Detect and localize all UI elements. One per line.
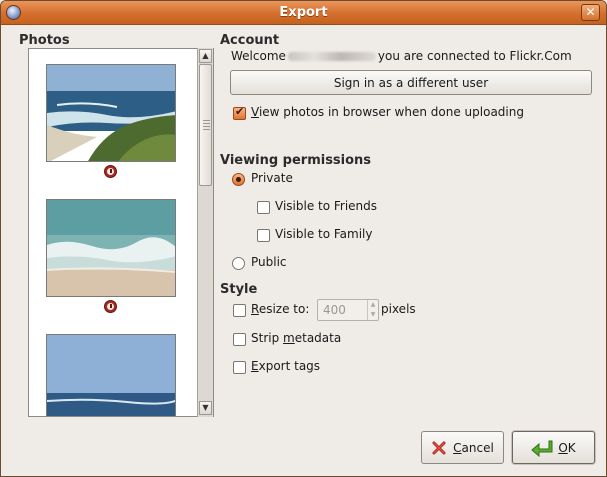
cancel-label: Cancel xyxy=(453,440,494,455)
public-radio[interactable] xyxy=(232,257,245,270)
resize-size-input: 400 ▲ ▼ xyxy=(317,299,379,321)
visible-to-family-label[interactable]: Visible to Family xyxy=(275,227,373,241)
spin-down-icon: ▼ xyxy=(367,310,378,320)
visible-to-friends-label[interactable]: Visible to Friends xyxy=(275,199,377,213)
export-tags-label[interactable]: Export tags xyxy=(251,359,320,373)
export-tags-checkbox[interactable] xyxy=(233,361,246,374)
ok-arrow-icon xyxy=(531,440,553,457)
cancel-button[interactable]: Cancel xyxy=(421,431,504,464)
photo-thumbnail[interactable] xyxy=(46,64,176,162)
resize-label[interactable]: Resize to: xyxy=(251,302,309,316)
style-label: Style xyxy=(220,282,258,297)
photo-thumbnail[interactable] xyxy=(46,199,176,297)
sign-in-different-user-button[interactable]: Sign in as a different user xyxy=(230,70,592,95)
spin-up-icon: ▲ xyxy=(367,300,378,310)
scroll-down-icon[interactable]: ▼ xyxy=(199,401,212,415)
close-icon[interactable]: ✕ xyxy=(581,4,600,21)
window-title: Export xyxy=(279,5,328,20)
photo-coast-image xyxy=(47,65,175,161)
account-label: Account xyxy=(220,33,280,48)
view-in-browser-checkbox[interactable] xyxy=(233,105,246,120)
scroll-thumb[interactable] xyxy=(199,64,212,186)
visible-to-friends-checkbox[interactable] xyxy=(257,201,270,214)
private-label[interactable]: Private xyxy=(251,171,293,185)
public-label[interactable]: Public xyxy=(251,255,287,269)
cancel-x-icon xyxy=(432,441,446,454)
export-dialog: Export ✕ Photos ▲ ▼ Account Welcome you … xyxy=(0,0,607,477)
photo-horizon-image xyxy=(47,335,175,416)
strip-metadata-checkbox[interactable] xyxy=(233,333,246,346)
ok-label: OK xyxy=(558,440,576,455)
private-radio[interactable] xyxy=(232,173,245,186)
view-in-browser-label[interactable]: View photos in browser when done uploadi… xyxy=(251,105,524,119)
title-bar[interactable]: Export ✕ xyxy=(1,1,606,25)
resize-unit-label: pixels xyxy=(381,302,416,316)
photos-list[interactable] xyxy=(28,48,214,417)
clock-icon xyxy=(104,300,117,313)
ok-button[interactable]: OK xyxy=(512,431,595,464)
scroll-up-icon[interactable]: ▲ xyxy=(199,49,212,63)
photos-scrollbar[interactable]: ▲ ▼ xyxy=(197,48,213,417)
strip-metadata-label[interactable]: Strip metadata xyxy=(251,331,341,345)
welcome-text: Welcome you are connected to Flickr.Com xyxy=(231,49,572,63)
resize-checkbox[interactable] xyxy=(233,304,246,317)
photos-label: Photos xyxy=(19,33,70,48)
viewing-permissions-label: Viewing permissions xyxy=(220,153,372,168)
photo-beach-image xyxy=(47,200,175,296)
clock-icon xyxy=(104,165,117,178)
photo-thumbnail[interactable] xyxy=(46,334,176,416)
visible-to-family-checkbox[interactable] xyxy=(257,229,270,242)
redacted-username xyxy=(287,52,376,61)
